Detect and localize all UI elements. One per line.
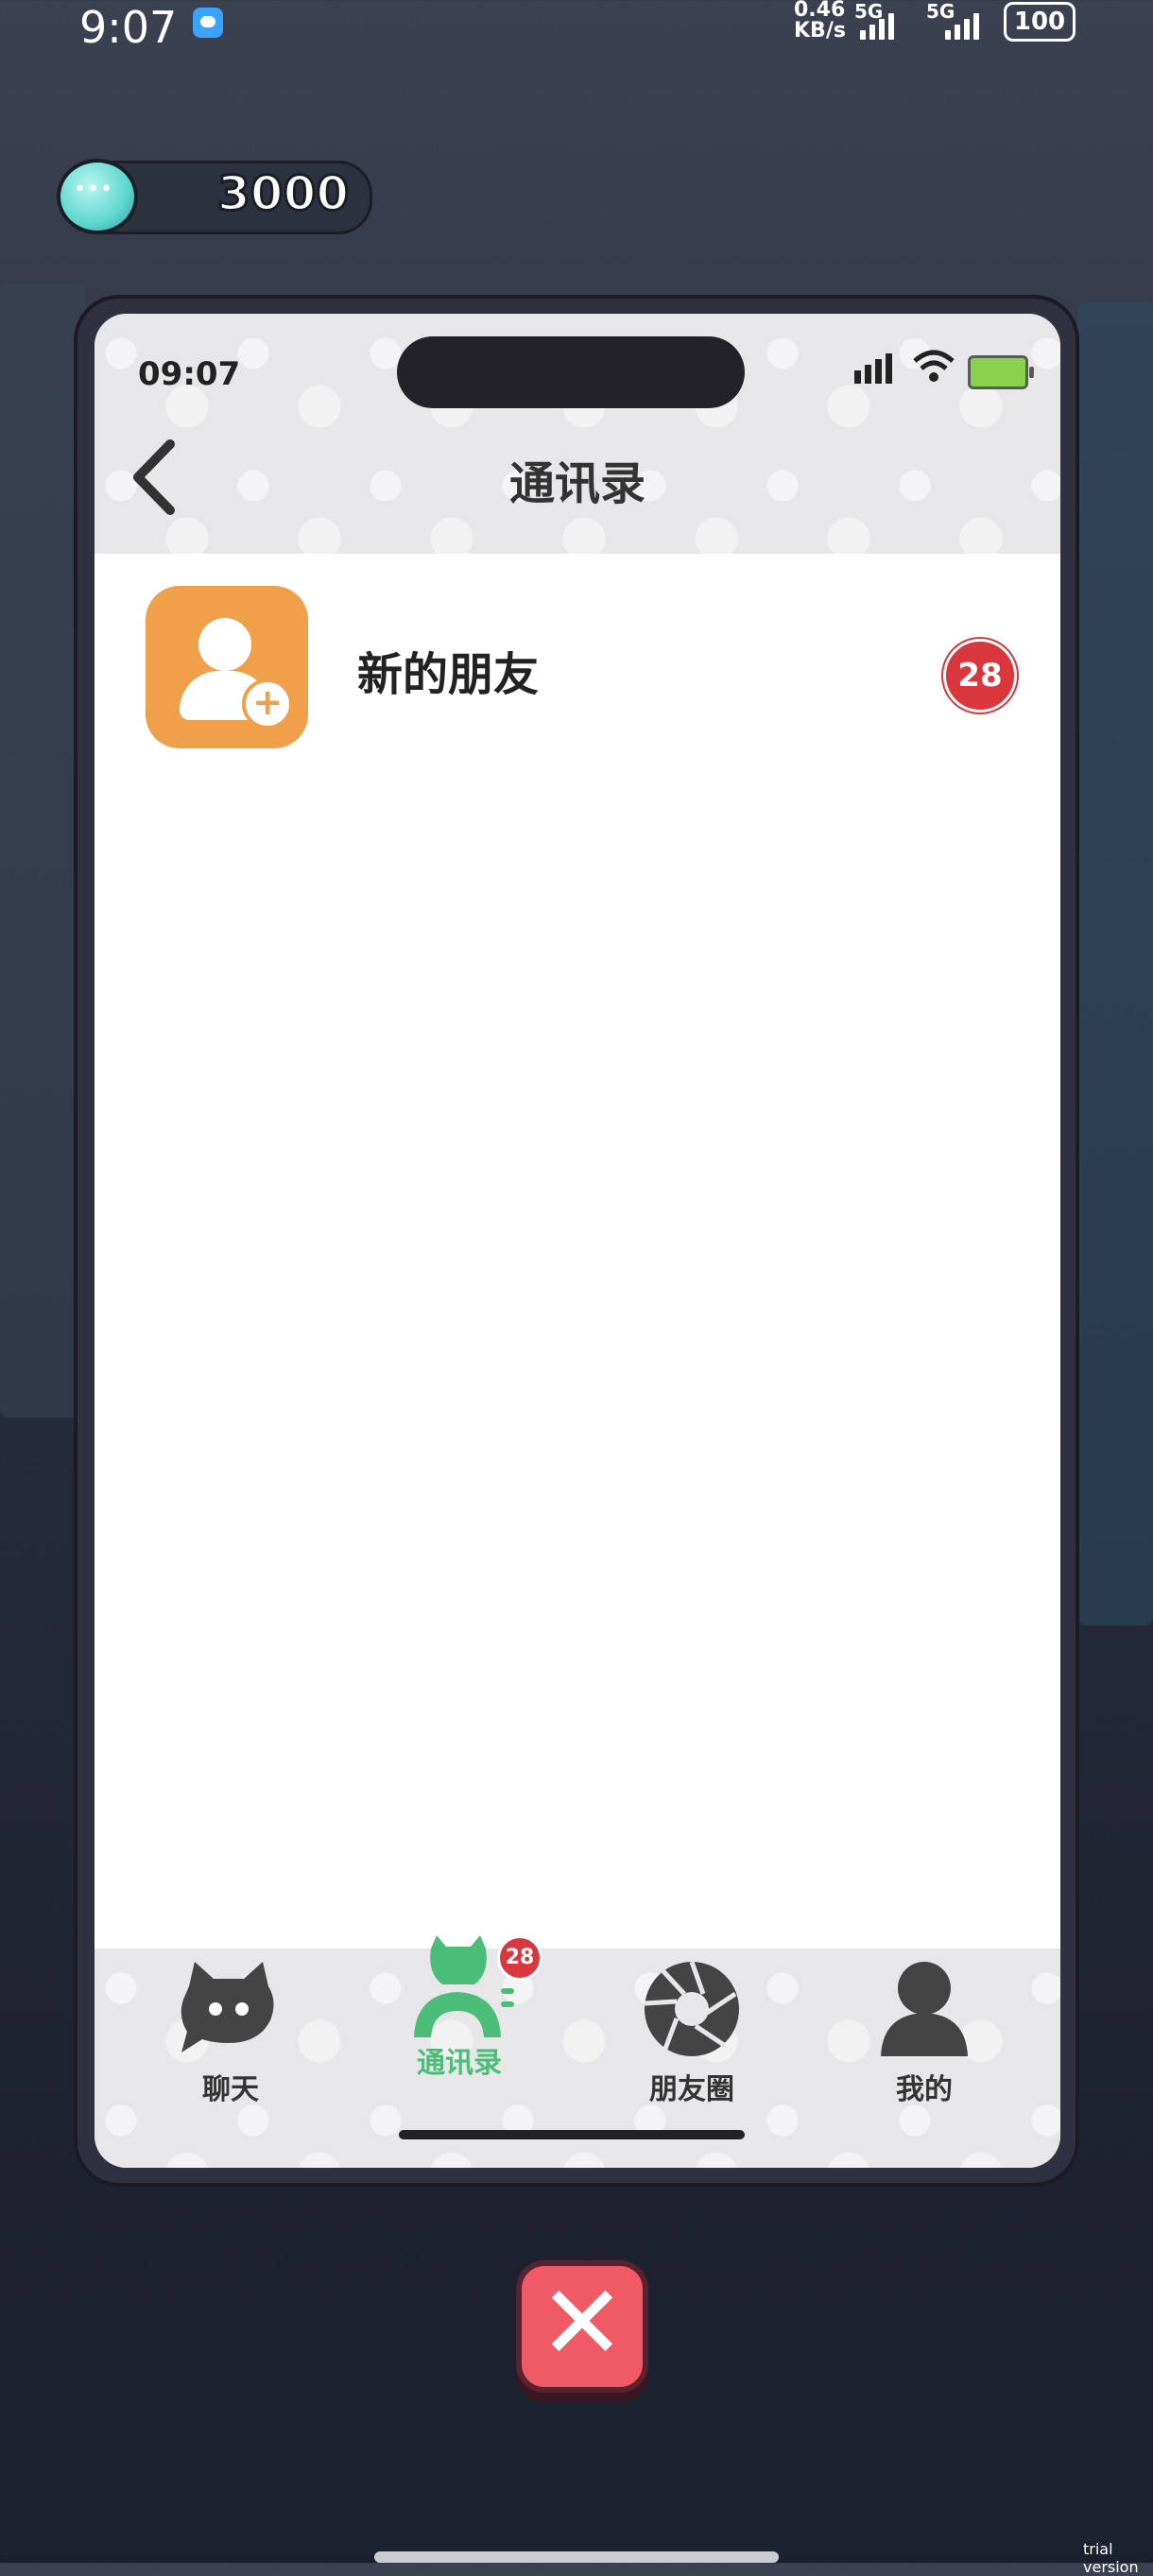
tab-label: 我的 xyxy=(896,2073,953,2106)
network-speed-value: 0.46 xyxy=(794,0,846,22)
close-icon: ✕ xyxy=(538,2262,627,2383)
contacts-tab-badge: 28 xyxy=(497,1935,542,1981)
tab-contacts[interactable]: 28 通讯录 xyxy=(365,1935,554,2119)
tab-moments[interactable]: 朋友圈 xyxy=(597,1949,786,2119)
home-indicator[interactable] xyxy=(399,2130,745,2139)
list-item-new-friends[interactable]: + 新的朋友 28 xyxy=(95,554,1060,790)
signal-1-icon xyxy=(860,13,894,40)
watermark: trial version xyxy=(1083,2540,1139,2576)
moments-aperture-icon xyxy=(644,1961,739,2056)
chat-cat-icon xyxy=(181,1962,274,2052)
signal-2-icon xyxy=(945,13,979,40)
network-speed: 0.46 KB/s xyxy=(794,0,846,42)
tab-label: 朋友圈 xyxy=(649,2073,734,2106)
close-button[interactable]: ✕ xyxy=(516,2260,648,2393)
coin-value: 3000 xyxy=(215,165,350,223)
network-speed-unit: KB/s xyxy=(794,19,846,43)
phone-signal-icon xyxy=(854,353,892,384)
background-decoration xyxy=(1077,302,1153,1625)
chat-coin-icon xyxy=(57,159,138,234)
dynamic-island xyxy=(397,336,745,408)
phone-header: 09:07 通讯录 xyxy=(95,314,1060,554)
tab-label: 通讯录 xyxy=(417,2047,502,2080)
tab-bar: 聊天 28 通讯录 朋友圈 我的 xyxy=(95,1935,1060,2168)
tab-label: 聊天 xyxy=(202,2073,259,2106)
profile-icon xyxy=(881,1962,968,2056)
background-decoration xyxy=(0,283,85,1417)
system-time: 9:07 xyxy=(79,2,178,53)
contacts-list: + 新的朋友 28 xyxy=(95,554,1060,1949)
system-gesture-bar[interactable] xyxy=(374,2551,779,2563)
notification-badge: 28 xyxy=(943,639,1017,713)
battery-indicator: 100 xyxy=(1004,2,1076,42)
tab-chat[interactable]: 聊天 xyxy=(136,1949,325,2119)
phone-screen: 09:07 通讯录 + 新的朋友 28 聊天 28 通讯录 朋友圈 我的 xyxy=(95,314,1060,2168)
page-title: 通讯录 xyxy=(508,457,645,510)
phone-battery-icon xyxy=(968,355,1034,389)
tab-profile[interactable]: 我的 xyxy=(830,1949,1019,2119)
contact-name: 新的朋友 xyxy=(357,648,540,701)
wifi-icon xyxy=(913,348,955,395)
add-friend-icon: + xyxy=(146,586,308,748)
phone-status-time: 09:07 xyxy=(138,355,241,393)
message-notification-icon xyxy=(193,8,223,38)
